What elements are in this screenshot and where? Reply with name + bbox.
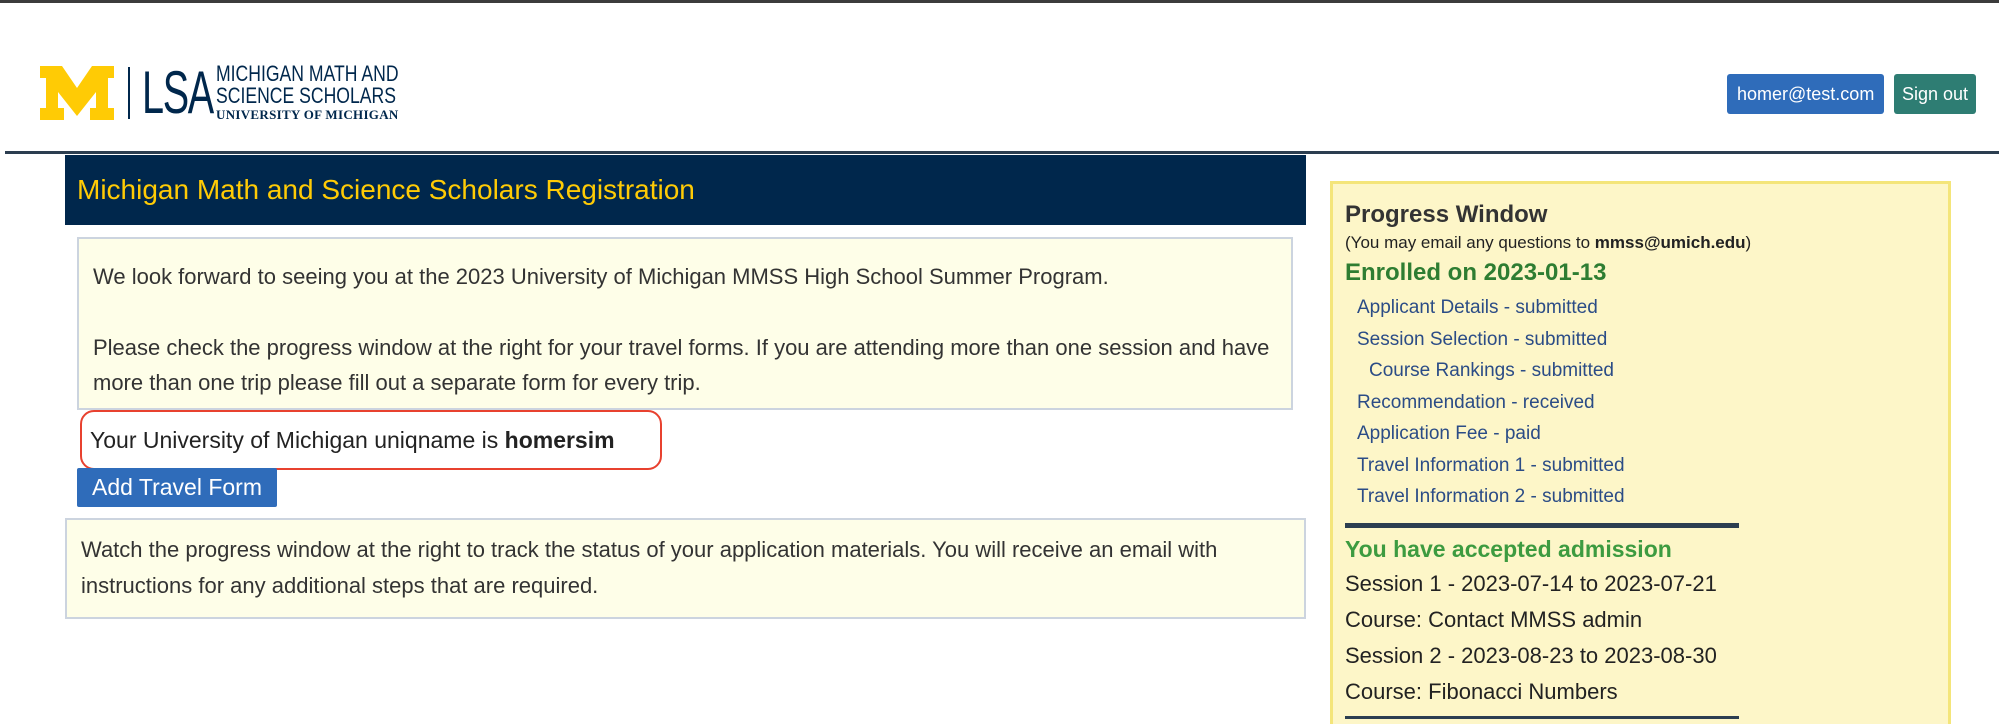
session-2-dates: Session 2 - 2023-08-23 to 2023-08-30 bbox=[1345, 642, 1717, 668]
welcome-paragraph: We look forward to seeing you at the 202… bbox=[93, 264, 1109, 289]
progress-instructions-box: Watch the progress window at the right t… bbox=[65, 518, 1306, 619]
status-application-fee[interactable]: Application Fee - paid bbox=[1345, 418, 1936, 450]
session-2-course: Course: Fibonacci Numbers bbox=[1345, 678, 1618, 704]
uniqname-prefix: Your University of Michigan uniqname is bbox=[90, 427, 505, 453]
lsa-logo[interactable]: LSA MICHIGAN MATH AND SCIENCE SCHOLARS U… bbox=[40, 63, 444, 123]
program-name: MICHIGAN MATH AND SCIENCE SCHOLARS UNIVE… bbox=[216, 63, 444, 123]
site-header: LSA MICHIGAN MATH AND SCIENCE SCHOLARS U… bbox=[0, 3, 1999, 153]
contact-note: (You may email any questions to mmss@umi… bbox=[1345, 232, 1936, 254]
header-divider bbox=[5, 151, 1999, 154]
contact-note-prefix: (You may email any questions to bbox=[1345, 233, 1595, 252]
uniqname-highlight: Your University of Michigan uniqname is … bbox=[80, 410, 662, 470]
status-applicant-details[interactable]: Applicant Details - submitted bbox=[1345, 292, 1936, 324]
contact-email: mmss@umich.edu bbox=[1594, 233, 1746, 252]
session-1-dates: Session 1 - 2023-07-14 to 2023-07-21 bbox=[1345, 570, 1717, 596]
progress-window-title: Progress Window bbox=[1345, 201, 1548, 228]
progress-window: Progress Window (You may email any quest… bbox=[1330, 181, 1951, 724]
lsa-wordmark: LSA bbox=[142, 59, 214, 126]
page-title: Michigan Math and Science Scholars Regis… bbox=[77, 174, 695, 205]
block-m-logo-icon bbox=[40, 66, 114, 120]
status-recommendation[interactable]: Recommendation - received bbox=[1345, 387, 1936, 419]
welcome-info-box: We look forward to seeing you at the 202… bbox=[77, 237, 1293, 410]
page-title-bar: Michigan Math and Science Scholars Regis… bbox=[65, 155, 1306, 225]
logo-line-3: UNIVERSITY OF MICHIGAN bbox=[216, 107, 399, 122]
progress-divider bbox=[1345, 522, 1739, 528]
progress-divider-bottom bbox=[1345, 715, 1739, 719]
status-travel-information-2[interactable]: Travel Information 2 - submitted bbox=[1345, 481, 1936, 513]
uniqname-value: homersim bbox=[504, 427, 615, 453]
logo-divider bbox=[128, 67, 130, 119]
add-travel-form-button[interactable]: Add Travel Form bbox=[77, 468, 277, 507]
admission-status: You have accepted admission bbox=[1345, 535, 1672, 562]
uniqname-statement: Your University of Michigan uniqname is … bbox=[90, 412, 615, 468]
travel-forms-paragraph: Please check the progress window at the … bbox=[93, 335, 1270, 395]
session-1-course: Course: Contact MMSS admin bbox=[1345, 606, 1643, 632]
user-email-button[interactable]: homer@test.com bbox=[1727, 74, 1885, 114]
logo-line-1: MICHIGAN MATH AND bbox=[216, 61, 399, 86]
contact-note-suffix: ) bbox=[1745, 233, 1752, 252]
status-list: Applicant Details - submitted Session Se… bbox=[1345, 292, 1936, 513]
sign-out-button[interactable]: Sign out bbox=[1894, 74, 1976, 114]
status-course-rankings[interactable]: Course Rankings - submitted bbox=[1345, 355, 1936, 387]
status-travel-information-1[interactable]: Travel Information 1 - submitted bbox=[1345, 450, 1936, 482]
status-session-selection[interactable]: Session Selection - submitted bbox=[1345, 324, 1936, 356]
enrolled-status: Enrolled on 2023-01-13 bbox=[1345, 259, 1607, 286]
logo-line-2: SCIENCE SCHOLARS bbox=[216, 83, 396, 108]
